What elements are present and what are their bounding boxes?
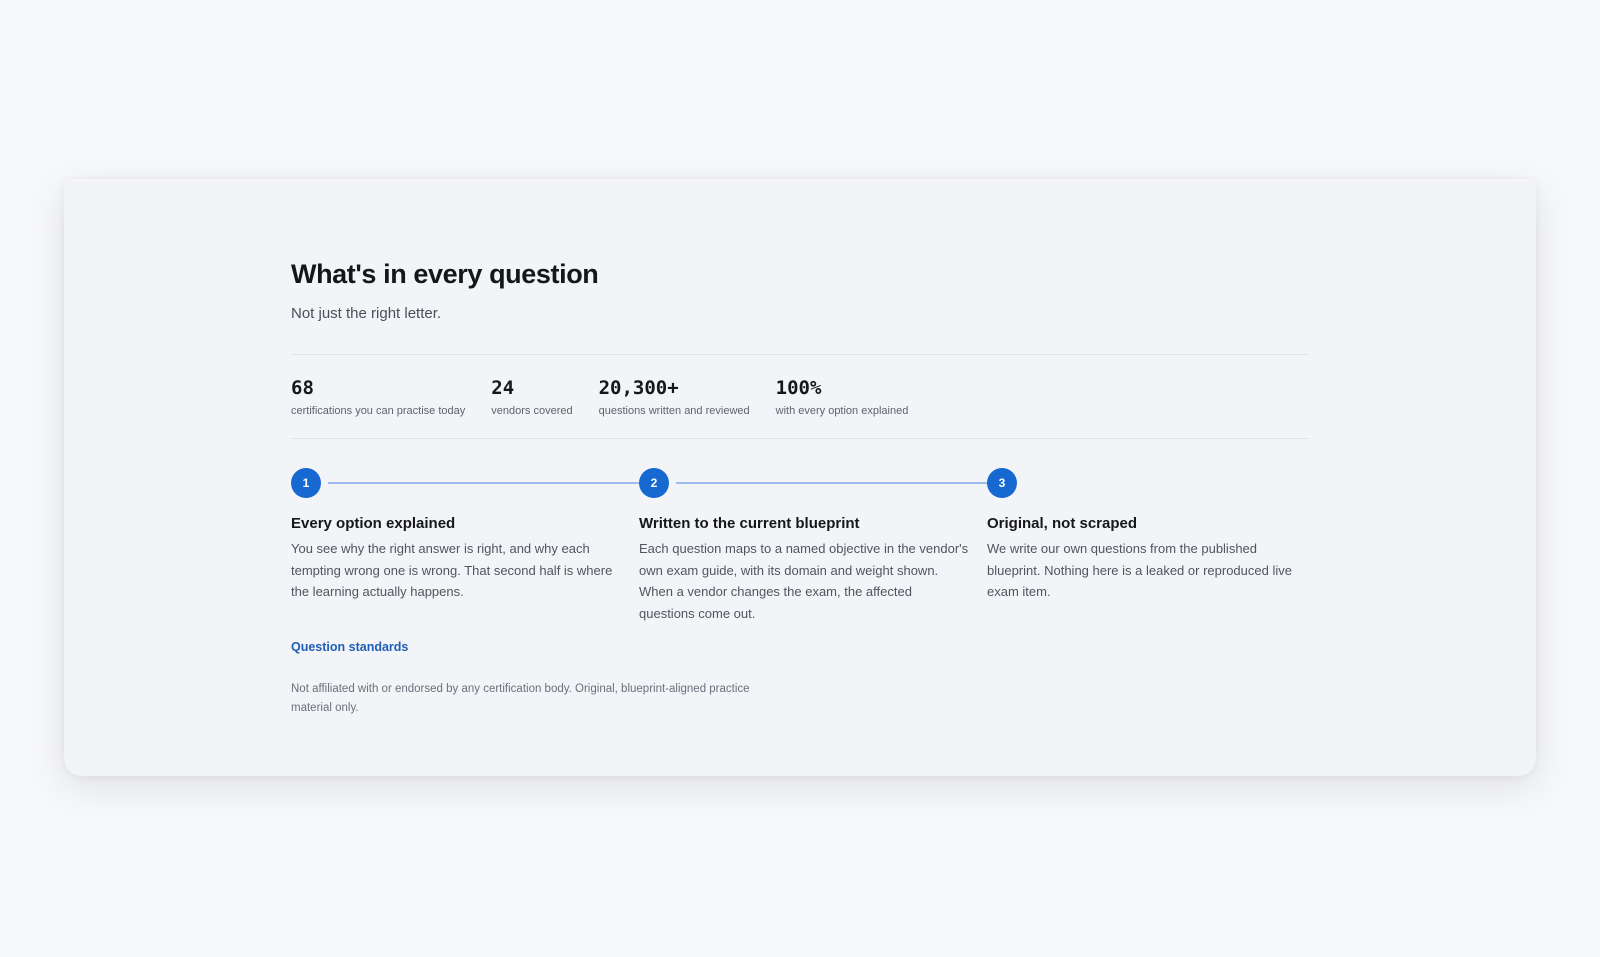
- step-number-badge: 1: [291, 468, 321, 498]
- divider-bottom: [291, 438, 1309, 439]
- stat-value: 100%: [775, 377, 822, 399]
- step-title: Original, not scraped: [987, 515, 1138, 532]
- stat-questions: 20,300+ questions written and reviewed: [599, 377, 750, 417]
- step-description: We write our own questions from the publ…: [987, 541, 1292, 599]
- stats-row: 68 certifications you can practise today…: [291, 377, 908, 417]
- stat-value: 24: [491, 377, 515, 399]
- stat-label: vendors covered: [491, 405, 573, 417]
- step-number-badge: 3: [987, 468, 1017, 498]
- step-description: Each question maps to a named objective …: [639, 541, 969, 621]
- step-original-not-scraped: 3 Original, not scraped We write our own…: [987, 468, 1309, 603]
- stat-vendors: 24 vendors covered: [491, 377, 572, 417]
- section-subtitle: Not just the right letter.: [291, 305, 442, 322]
- question-standards-link[interactable]: Question standards: [291, 640, 408, 654]
- stat-value: 20,300+: [598, 377, 679, 399]
- section-title: What's in every question: [291, 259, 599, 289]
- stat-label: questions written and reviewed: [598, 405, 750, 417]
- step-written-to-blueprint: 2 Written to the current blueprint Each …: [639, 468, 969, 624]
- divider-top: [291, 354, 1309, 355]
- step-description: You see why the right answer is right, a…: [291, 541, 613, 599]
- steps-timeline: 1 Every option explained You see why the…: [291, 468, 1309, 628]
- stat-certifications: 68 certifications you can practise today: [291, 377, 465, 417]
- step-title: Written to the current blueprint: [639, 515, 860, 532]
- stat-value: 68: [291, 377, 314, 399]
- features-card: What's in every question Not just the ri…: [64, 181, 1536, 776]
- disclaimer-text: Not affiliated with or endorsed by any c…: [291, 682, 750, 714]
- stat-label: certifications you can practise today: [291, 405, 466, 417]
- step-every-option-explained: 1 Every option explained You see why the…: [291, 468, 621, 603]
- step-number-badge: 2: [639, 468, 669, 498]
- stat-label: with every option explained: [775, 405, 909, 417]
- step-title: Every option explained: [291, 515, 456, 532]
- stat-explained: 100% with every option explained: [776, 377, 909, 417]
